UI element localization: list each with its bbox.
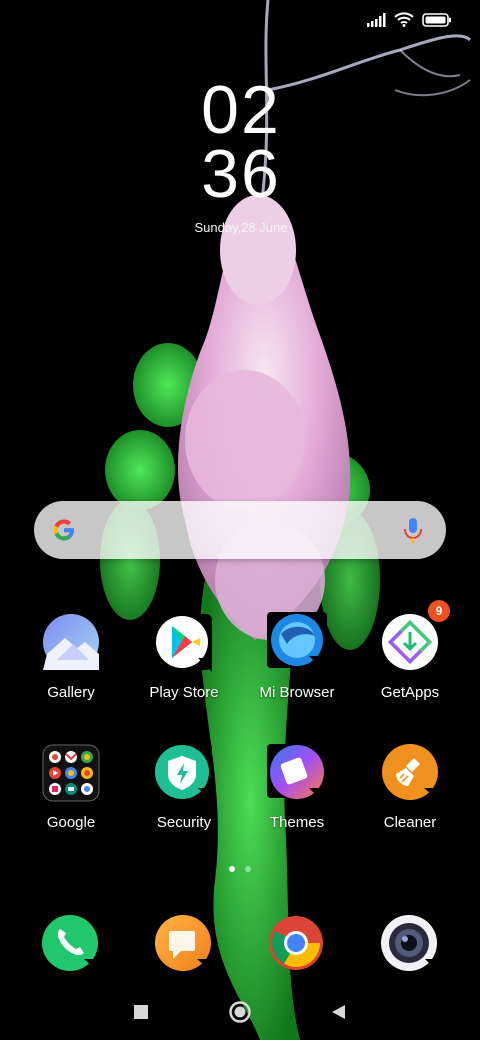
google-folder-icon xyxy=(42,744,100,802)
wifi-icon xyxy=(394,12,414,27)
play-store-icon xyxy=(156,614,212,672)
clock-minute: 36 xyxy=(201,136,281,212)
app-gallery[interactable]: Gallery xyxy=(15,614,127,701)
app-play-store[interactable]: Play Store xyxy=(128,614,240,701)
security-icon xyxy=(155,744,212,802)
clock-date: Sunday,28 June xyxy=(194,220,288,235)
page-dot xyxy=(245,866,251,872)
camera-icon xyxy=(381,915,437,971)
gallery-icon xyxy=(43,614,99,670)
app-label: Themes xyxy=(269,814,325,831)
app-label: Security xyxy=(156,814,212,831)
phone-icon xyxy=(42,915,98,971)
app-label: Play Store xyxy=(149,684,219,701)
back-icon xyxy=(332,1005,345,1019)
home-button[interactable] xyxy=(225,998,255,1028)
chrome-icon xyxy=(269,916,323,970)
recents-button[interactable] xyxy=(126,998,156,1028)
cleaner-icon xyxy=(382,744,438,800)
folder-google[interactable]: Google xyxy=(15,744,127,831)
google-search-bar[interactable] xyxy=(34,501,446,559)
app-label: Mi Browser xyxy=(259,684,335,701)
app-security[interactable]: Security xyxy=(128,744,240,831)
signal-icon xyxy=(367,12,386,27)
google-logo-icon xyxy=(53,519,74,541)
microphone-icon[interactable] xyxy=(402,516,424,544)
app-getapps[interactable]: 9 GetApps xyxy=(354,600,466,701)
dock-messaging[interactable] xyxy=(155,915,211,971)
app-label: Cleaner xyxy=(383,814,437,831)
dock-chrome[interactable] xyxy=(268,915,324,971)
app-themes[interactable]: Themes xyxy=(241,744,353,831)
recents-icon xyxy=(134,1005,148,1019)
getapps-icon xyxy=(382,614,438,670)
themes-icon xyxy=(267,744,325,804)
app-label: Google xyxy=(46,814,96,831)
app-mi-browser[interactable]: Mi Browser xyxy=(241,612,353,701)
dock-camera[interactable] xyxy=(381,915,437,971)
app-label: Gallery xyxy=(47,684,95,701)
app-label: GetApps xyxy=(380,684,440,701)
home-icon xyxy=(229,1001,251,1023)
clock-hour: 02 xyxy=(201,72,281,148)
mi-browser-icon xyxy=(267,612,327,674)
dock-phone[interactable] xyxy=(42,915,98,971)
clock-widget[interactable]: 02 36 Sunday,28 June xyxy=(0,72,480,235)
page-indicator xyxy=(0,866,480,872)
messaging-icon xyxy=(155,915,211,971)
notification-badge: 9 xyxy=(428,600,450,622)
battery-icon xyxy=(422,12,451,27)
page-dot-active xyxy=(229,866,235,872)
status-bar xyxy=(0,0,480,40)
app-cleaner[interactable]: Cleaner xyxy=(354,744,466,831)
back-button[interactable] xyxy=(324,998,354,1028)
